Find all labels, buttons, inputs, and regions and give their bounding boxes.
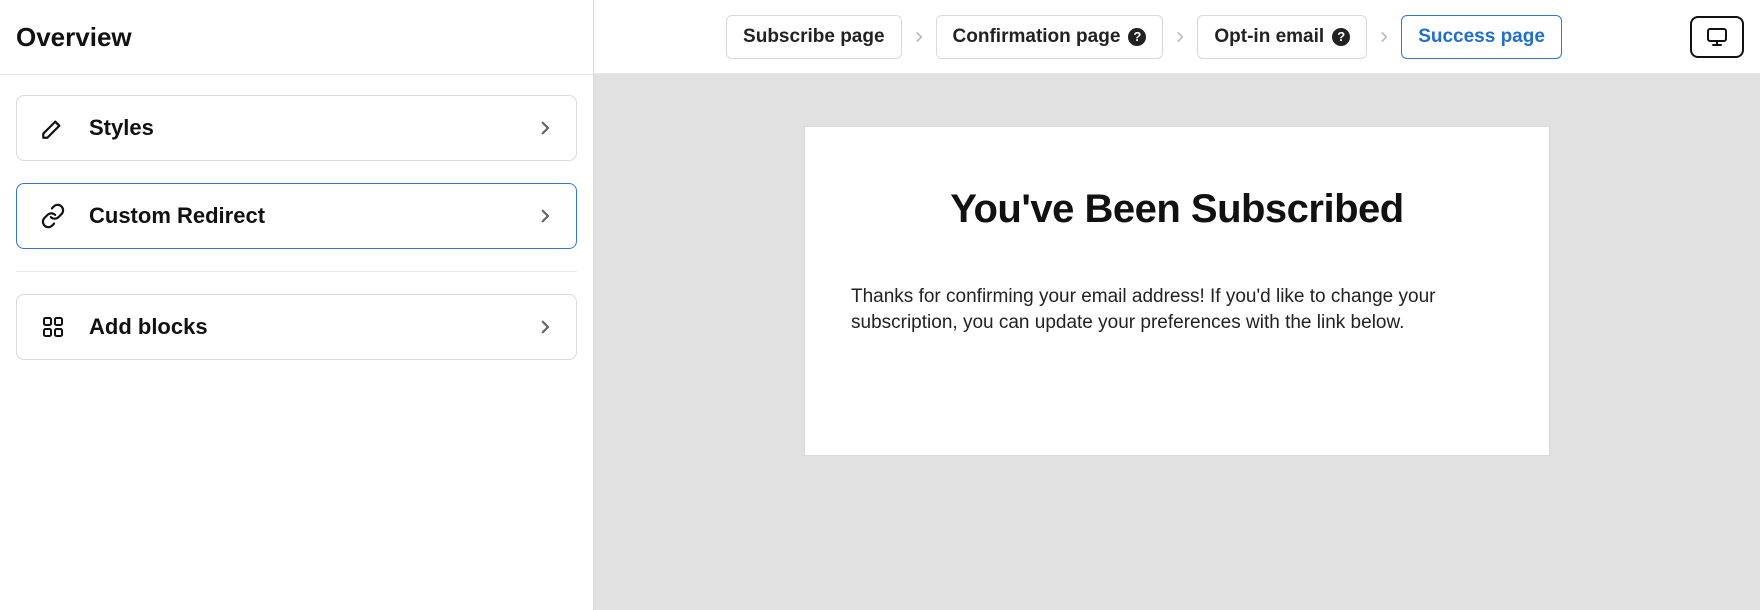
help-icon[interactable]: ? bbox=[1128, 28, 1146, 46]
pencil-icon bbox=[39, 114, 67, 142]
grid-icon bbox=[39, 313, 67, 341]
breadcrumb-label: Confirmation page bbox=[953, 26, 1121, 48]
breadcrumb-success-page[interactable]: Success page bbox=[1401, 15, 1562, 59]
chevron-right-icon bbox=[912, 30, 926, 44]
sidebar-header: Overview bbox=[0, 0, 593, 75]
preview-canvas: You've Been Subscribed Thanks for confir… bbox=[594, 74, 1760, 610]
sidebar: Overview Styles Custom Redirect bbox=[0, 0, 594, 610]
help-icon[interactable]: ? bbox=[1332, 28, 1350, 46]
breadcrumb-label: Success page bbox=[1418, 26, 1545, 48]
preview-body-text: Thanks for confirming your email address… bbox=[851, 284, 1503, 335]
page-title: Overview bbox=[16, 22, 132, 53]
breadcrumb-label: Opt-in email bbox=[1214, 26, 1324, 48]
breadcrumb-label: Subscribe page bbox=[743, 26, 885, 48]
sidebar-item-label: Custom Redirect bbox=[89, 203, 536, 229]
chevron-right-icon bbox=[536, 207, 554, 225]
desktop-preview-button[interactable] bbox=[1690, 16, 1744, 58]
toolbar: Subscribe page Confirmation page ? Opt-i… bbox=[594, 0, 1760, 74]
breadcrumb-confirmation-page[interactable]: Confirmation page ? bbox=[936, 15, 1164, 59]
sidebar-item-label: Styles bbox=[89, 115, 536, 141]
monitor-icon bbox=[1705, 25, 1729, 49]
sidebar-item-custom-redirect[interactable]: Custom Redirect bbox=[16, 183, 577, 249]
chevron-right-icon bbox=[536, 119, 554, 137]
divider bbox=[16, 271, 577, 272]
chevron-right-icon bbox=[536, 318, 554, 336]
preview-card[interactable]: You've Been Subscribed Thanks for confir… bbox=[804, 126, 1550, 456]
link-icon bbox=[39, 202, 67, 230]
breadcrumb-subscribe-page[interactable]: Subscribe page bbox=[726, 15, 902, 59]
chevron-right-icon bbox=[1173, 30, 1187, 44]
sidebar-item-add-blocks[interactable]: Add blocks bbox=[16, 294, 577, 360]
breadcrumb: Subscribe page Confirmation page ? Opt-i… bbox=[606, 15, 1682, 59]
breadcrumb-optin-email[interactable]: Opt-in email ? bbox=[1197, 15, 1367, 59]
main: Subscribe page Confirmation page ? Opt-i… bbox=[594, 0, 1760, 610]
sidebar-body: Styles Custom Redirect bbox=[0, 75, 593, 402]
sidebar-item-styles[interactable]: Styles bbox=[16, 95, 577, 161]
sidebar-item-label: Add blocks bbox=[89, 314, 536, 340]
chevron-right-icon bbox=[1377, 30, 1391, 44]
preview-heading: You've Been Subscribed bbox=[851, 187, 1503, 232]
